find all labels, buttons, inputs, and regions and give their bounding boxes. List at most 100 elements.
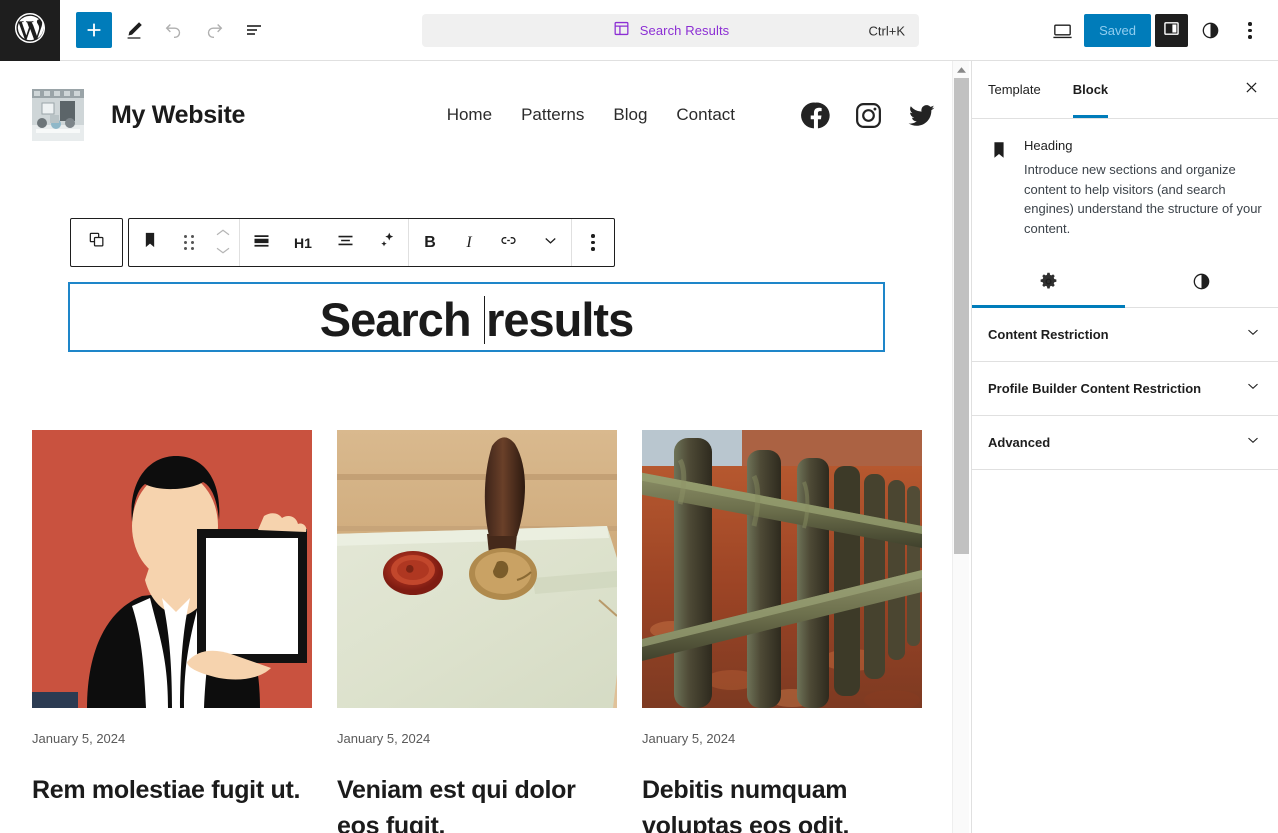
more-formatting-button[interactable]: [529, 219, 571, 266]
editor-top-bar: Search Results Ctrl+K Saved: [0, 0, 1278, 61]
block-info-card: Heading Introduce new sections and organ…: [972, 119, 1278, 238]
post-card[interactable]: January 5, 2024 Rem molestiae fugit ut.: [32, 430, 312, 833]
scrollbar-thumb[interactable]: [954, 78, 969, 554]
editor-canvas: My Website Home Patterns Blog Contact H1…: [0, 61, 969, 833]
wordpress-logo-button[interactable]: [0, 0, 60, 61]
drag-handle-icon: [184, 235, 194, 250]
top-bar-tools: [60, 12, 272, 48]
block-type-button[interactable]: [129, 219, 171, 266]
post-title[interactable]: Debitis numquam voluptas eos odit.: [642, 772, 922, 833]
settings-sidebar: Template Block Heading Introduce new sec…: [971, 61, 1278, 833]
site-navigation: Home Patterns Blog Contact: [447, 100, 937, 131]
post-card[interactable]: January 5, 2024 Veniam est qui dolor eos…: [337, 430, 617, 833]
canvas-scrollbar[interactable]: [952, 61, 969, 833]
wordpress-logo-icon: [12, 10, 48, 51]
copy-styles-icon: [87, 230, 107, 255]
post-title[interactable]: Veniam est qui dolor eos fugit.: [337, 772, 617, 833]
command-center-button[interactable]: Search Results Ctrl+K: [422, 14, 919, 47]
twitter-icon[interactable]: [906, 100, 937, 131]
block-toolbar: H1 B I: [70, 218, 615, 267]
close-sidebar-button[interactable]: [1233, 72, 1269, 108]
edit-mode-button[interactable]: [116, 12, 152, 48]
post-card[interactable]: January 5, 2024 Debitis numquam voluptas…: [642, 430, 922, 833]
heading-level-label: H1: [294, 234, 312, 251]
styles-button[interactable]: [1192, 13, 1228, 49]
site-header: My Website Home Patterns Blog Contact: [0, 61, 969, 147]
heading-block-icon: [140, 230, 160, 255]
panel-label: Content Restriction: [988, 327, 1109, 342]
desktop-icon: [1051, 19, 1074, 42]
italic-label: I: [466, 233, 472, 251]
save-button[interactable]: Saved: [1084, 14, 1151, 47]
redo-icon: [203, 19, 225, 41]
post-date: January 5, 2024: [32, 731, 126, 746]
heading-text-after-caret: results: [486, 292, 634, 346]
inspector-tab-settings[interactable]: [972, 260, 1125, 308]
post-featured-image[interactable]: [642, 430, 922, 708]
heading-level-button[interactable]: H1: [282, 219, 324, 266]
more-options-button[interactable]: [1232, 13, 1268, 49]
text-caret: [483, 295, 486, 344]
panel-advanced[interactable]: Advanced: [972, 416, 1278, 470]
settings-sidebar-toggle[interactable]: [1155, 14, 1188, 47]
panel-label: Profile Builder Content Restriction: [988, 381, 1202, 396]
plus-icon: [83, 19, 105, 41]
post-featured-image[interactable]: [337, 430, 617, 708]
more-options-icon: [1248, 22, 1252, 39]
facebook-icon[interactable]: [800, 100, 831, 131]
text-align-button[interactable]: [324, 219, 366, 266]
site-title: My Website: [111, 100, 246, 129]
pencil-icon: [123, 19, 145, 41]
drag-handle-button[interactable]: [171, 219, 207, 266]
undo-button[interactable]: [156, 12, 192, 48]
query-loop-post-grid: January 5, 2024 Rem molestiae fugit ut.: [32, 430, 922, 833]
heading-block-text[interactable]: Search results: [319, 288, 634, 347]
block-options-button[interactable]: [572, 219, 614, 266]
command-center-label: Search Results: [639, 23, 730, 38]
post-featured-image[interactable]: [32, 430, 312, 708]
nav-link-blog[interactable]: Blog: [613, 105, 647, 125]
more-options-icon: [591, 234, 595, 251]
scroll-up-arrow-icon[interactable]: [953, 63, 970, 77]
settings-gear-icon: [1038, 271, 1059, 297]
nav-link-patterns[interactable]: Patterns: [521, 105, 584, 125]
chevron-down-icon: [214, 243, 232, 261]
post-date: January 5, 2024: [337, 731, 431, 746]
ai-assist-button[interactable]: [366, 219, 408, 266]
instagram-icon[interactable]: [853, 100, 884, 131]
chevron-down-icon: [1244, 431, 1262, 454]
nav-link-contact[interactable]: Contact: [676, 105, 735, 125]
ai-sparkles-icon: [377, 230, 398, 256]
heading-text-before-caret: Search: [319, 292, 483, 346]
close-icon: [1243, 79, 1260, 101]
heading-block-selected[interactable]: Search results: [68, 282, 885, 352]
document-overview-button[interactable]: [236, 12, 272, 48]
styles-contrast-icon: [1191, 271, 1212, 297]
bold-label: B: [424, 233, 436, 251]
inspector-tab-styles[interactable]: [1125, 260, 1278, 307]
add-block-button[interactable]: [76, 12, 112, 48]
chevron-up-icon: [214, 225, 232, 243]
post-title[interactable]: Rem molestiae fugit ut.: [32, 772, 312, 808]
nav-link-home[interactable]: Home: [447, 105, 492, 125]
device-preview-button[interactable]: [1044, 13, 1080, 49]
command-center-shortcut: Ctrl+K: [868, 23, 905, 38]
move-block-buttons[interactable]: [207, 219, 239, 266]
block-alignment-button[interactable]: [240, 219, 282, 266]
top-bar-actions: Saved: [1044, 0, 1268, 61]
italic-button[interactable]: I: [451, 219, 487, 266]
chevron-down-icon: [1244, 377, 1262, 400]
bold-button[interactable]: B: [409, 219, 451, 266]
template-icon: [612, 19, 631, 43]
panel-label: Advanced: [988, 435, 1051, 450]
link-button[interactable]: [487, 219, 529, 266]
copy-styles-button[interactable]: [70, 218, 123, 267]
tab-template[interactable]: Template: [972, 61, 1057, 118]
redo-button[interactable]: [196, 12, 232, 48]
panel-profile-builder-content-restriction[interactable]: Profile Builder Content Restriction: [972, 362, 1278, 416]
site-logo[interactable]: [32, 89, 84, 141]
panel-content-restriction[interactable]: Content Restriction: [972, 308, 1278, 362]
sidebar-tabs: Template Block: [972, 61, 1278, 119]
block-toolbar-main: H1 B I: [128, 218, 615, 267]
tab-block[interactable]: Block: [1057, 61, 1124, 118]
